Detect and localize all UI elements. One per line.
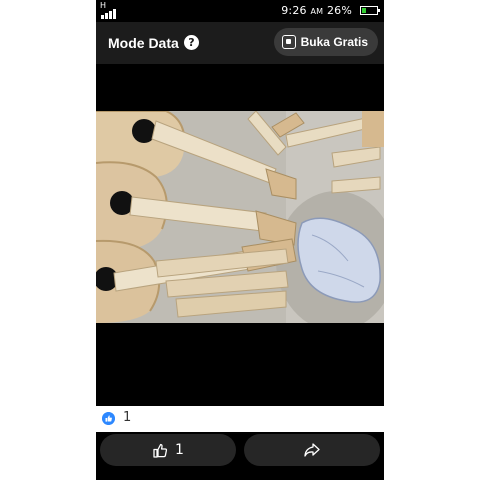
signal-icon — [101, 9, 116, 19]
ukulele-workshop-image — [96, 111, 384, 323]
like-reaction-icon — [102, 412, 115, 425]
page-title: Mode Data — [108, 35, 179, 51]
share-button[interactable] — [244, 434, 380, 466]
share-arrow-icon — [304, 443, 320, 457]
open-free-button[interactable]: Buka Gratis — [273, 28, 378, 56]
battery-percent: 26% — [326, 4, 352, 17]
clock: 9:26 AM 26% — [281, 4, 352, 17]
phone-screen: H 9:26 AM 26% Mode Data ? Buka Gratis 1 … — [96, 0, 384, 480]
reaction-summary[interactable]: 1 — [96, 406, 384, 432]
help-icon[interactable]: ? — [184, 35, 199, 50]
post-photo[interactable] — [96, 111, 384, 323]
thumbs-up-icon — [153, 443, 168, 458]
battery-icon — [360, 6, 380, 15]
like-button[interactable]: 1 — [100, 434, 236, 466]
open-free-label: Buka Gratis — [300, 35, 368, 49]
reaction-count: 1 — [123, 410, 132, 425]
app-header: Mode Data ? Buka Gratis — [96, 22, 384, 64]
like-count: 1 — [175, 442, 184, 458]
action-bar: 1 — [96, 432, 384, 480]
status-bar: H 9:26 AM 26% — [96, 0, 384, 22]
lite-app-icon — [281, 35, 296, 49]
